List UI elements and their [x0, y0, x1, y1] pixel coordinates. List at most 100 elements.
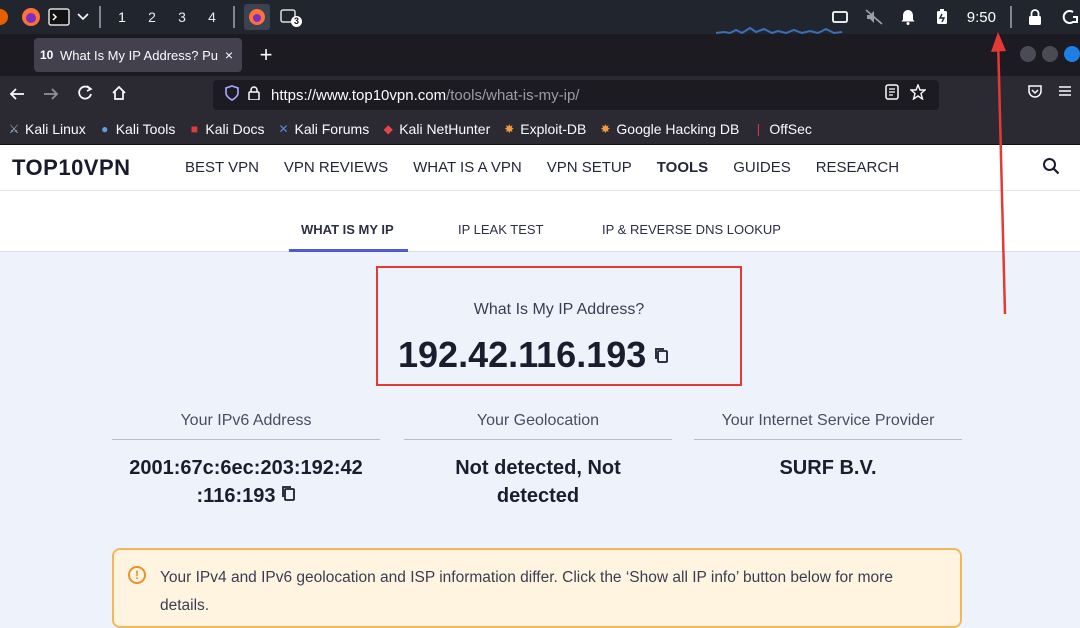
new-tab-button[interactable]: + [254, 42, 278, 68]
browser-tab-strip: 10 What Is My IP Address? Pu × + [0, 34, 1080, 76]
browser-tab-active[interactable]: 10 What Is My IP Address? Pu × [34, 38, 242, 72]
menu-vpn-setup[interactable]: VPN SETUP [547, 159, 632, 176]
bookmark-label: Kali Linux [25, 121, 86, 137]
search-icon[interactable] [1042, 157, 1060, 180]
bookmarks-toolbar: ⚔ Kali Linux ● Kali Tools ■ Kali Docs ✕ Kali… [0, 114, 1080, 145]
ip-address-card: What Is My IP Address? 192.42.116.193 [376, 266, 742, 386]
top10vpn-logo[interactable]: TOP10VPN [12, 155, 172, 181]
bookmark-label: Kali Forums [294, 121, 370, 137]
chevron-down-icon[interactable] [76, 6, 90, 28]
url-text[interactable]: https://www.top10vpn.com/tools/what-is-m… [271, 87, 579, 104]
isp-column: Your Internet Service Provider SURF B.V. [694, 412, 962, 482]
hamburger-menu-icon[interactable] [1050, 84, 1080, 103]
window-controls [1014, 46, 1080, 62]
ghdb-icon: ✸ [600, 122, 611, 136]
bookmark-offsec[interactable]: ❘ OffSec [750, 121, 812, 137]
address-bar[interactable]: https://www.top10vpn.com/tools/what-is-m… [213, 80, 939, 110]
bookmark-kali-tools[interactable]: ● Kali Tools [97, 121, 176, 137]
copy-icon[interactable] [281, 483, 296, 511]
forward-button[interactable] [34, 85, 68, 106]
isp-heading: Your Internet Service Provider [694, 412, 962, 440]
home-icon [112, 85, 126, 100]
home-button[interactable] [102, 85, 136, 106]
pocket-icon[interactable] [1020, 84, 1050, 103]
close-window-button[interactable] [1064, 46, 1080, 62]
ipv4-text[interactable]: 192.42.116.193 [398, 334, 646, 375]
ipv6-value: 2001:67c:6ec:203:192:42 :116:193 [112, 454, 380, 511]
tab-ip-reverse-dns-lookup[interactable]: IP & REVERSE DNS LOOKUP [602, 222, 781, 237]
padlock-icon[interactable] [243, 86, 265, 104]
window-switcher-icon[interactable] [829, 6, 851, 28]
workspace-1[interactable]: 1 [107, 9, 137, 25]
lock-screen-icon[interactable] [1024, 6, 1046, 28]
tab-what-is-my-ip[interactable]: WHAT IS MY IP [301, 222, 394, 237]
bookmark-kali-forums[interactable]: ✕ Kali Forums [276, 121, 370, 137]
bookmark-exploit-db[interactable]: ✸ Exploit-DB [501, 121, 586, 137]
menu-vpn-reviews[interactable]: VPN REVIEWS [284, 159, 388, 176]
bookmark-kali-nethunter[interactable]: ◆ Kali NetHunter [380, 121, 491, 137]
offsec-icon: ❘ [753, 122, 764, 136]
menu-what-is-a-vpn[interactable]: WHAT IS A VPN [413, 159, 522, 176]
clock[interactable]: 9:50 [967, 9, 996, 26]
bookmark-google-hacking-db[interactable]: ✸ Google Hacking DB [597, 121, 739, 137]
taskbar-divider [99, 6, 101, 28]
bookmark-label: Kali NetHunter [399, 121, 491, 137]
reload-button[interactable] [68, 84, 102, 106]
ipv6-line-2[interactable]: :116:193 [197, 485, 276, 507]
bookmark-label: Google Hacking DB [616, 121, 740, 137]
firefox-icon[interactable] [20, 6, 42, 28]
arrow-right-icon [44, 87, 59, 100]
site-header: TOP10VPN BEST VPN VPN REVIEWS WHAT IS A … [0, 145, 1080, 191]
volume-muted-icon[interactable] [863, 6, 885, 28]
kali-tools-icon: ● [101, 122, 109, 136]
geolocation-column: Your Geolocation Not detected, Not detec… [404, 412, 672, 510]
ipv6-line-1[interactable]: 2001:67c:6ec:203:192:42 [112, 454, 380, 482]
bookmark-label: Kali Tools [115, 121, 176, 137]
tab-close-icon[interactable]: × [222, 47, 236, 63]
main-menu: BEST VPN VPN REVIEWS WHAT IS A VPN VPN S… [185, 159, 924, 176]
reader-view-icon[interactable] [879, 84, 905, 105]
isp-value: SURF B.V. [779, 457, 877, 479]
bookmark-star-icon[interactable] [905, 83, 931, 105]
url-host: https://www.top10vpn.com [271, 86, 447, 104]
ipv6-heading: Your IPv6 Address [112, 412, 380, 440]
firefox-window-icon[interactable] [244, 4, 270, 30]
tracking-protection-shield-icon[interactable] [221, 85, 243, 105]
top10vpn-favicon: 10 [40, 48, 54, 62]
bookmark-label: Exploit-DB [520, 121, 587, 137]
menu-research[interactable]: RESEARCH [816, 159, 899, 176]
menu-best-vpn[interactable]: BEST VPN [185, 159, 259, 176]
back-button[interactable] [0, 85, 34, 106]
battery-icon[interactable] [931, 6, 953, 28]
copy-icon[interactable] [654, 347, 669, 368]
alert-text: Your IPv4 and IPv6 geolocation and ISP i… [160, 569, 893, 614]
tab-ip-leak-test[interactable]: IP LEAK TEST [458, 222, 544, 237]
geolocation-mismatch-alert: ! Your IPv4 and IPv6 geolocation and ISP… [112, 548, 962, 628]
terminal-count-badge: 3 [291, 16, 302, 27]
geolocation-value: Not detected, Not detected [404, 454, 672, 510]
ip-address-label: What Is My IP Address? [473, 301, 645, 318]
geolocation-heading: Your Geolocation [404, 412, 672, 440]
nethunter-icon: ◆ [383, 122, 393, 136]
taskbar-divider [233, 6, 235, 28]
kali-docs-icon: ■ [190, 122, 198, 136]
url-path: /tools/what-is-my-ip/ [446, 86, 580, 104]
main-content: What Is My IP Address? 192.42.116.193 Yo… [0, 252, 1080, 628]
power-menu-icon[interactable] [1058, 6, 1080, 28]
geolocation-line-2: detected [496, 485, 580, 507]
bookmark-kali-docs[interactable]: ■ Kali Docs [186, 121, 265, 137]
minimize-button[interactable] [1020, 46, 1036, 62]
workspace-2[interactable]: 2 [137, 9, 167, 25]
bookmark-kali-linux[interactable]: ⚔ Kali Linux [6, 121, 86, 137]
system-taskbar: 1 2 3 4 3 9:50 [0, 0, 1080, 34]
workspace-3[interactable]: 3 [167, 9, 197, 25]
reload-icon [78, 84, 93, 99]
workspace-4[interactable]: 4 [197, 9, 227, 25]
notifications-bell-icon[interactable] [897, 6, 919, 28]
firefox-launcher-icon[interactable] [0, 6, 14, 28]
menu-tools[interactable]: TOOLS [657, 159, 708, 176]
terminal-window-icon[interactable]: 3 [276, 6, 302, 28]
terminal-icon[interactable] [48, 6, 70, 28]
maximize-button[interactable] [1042, 46, 1058, 62]
menu-guides[interactable]: GUIDES [733, 159, 791, 176]
